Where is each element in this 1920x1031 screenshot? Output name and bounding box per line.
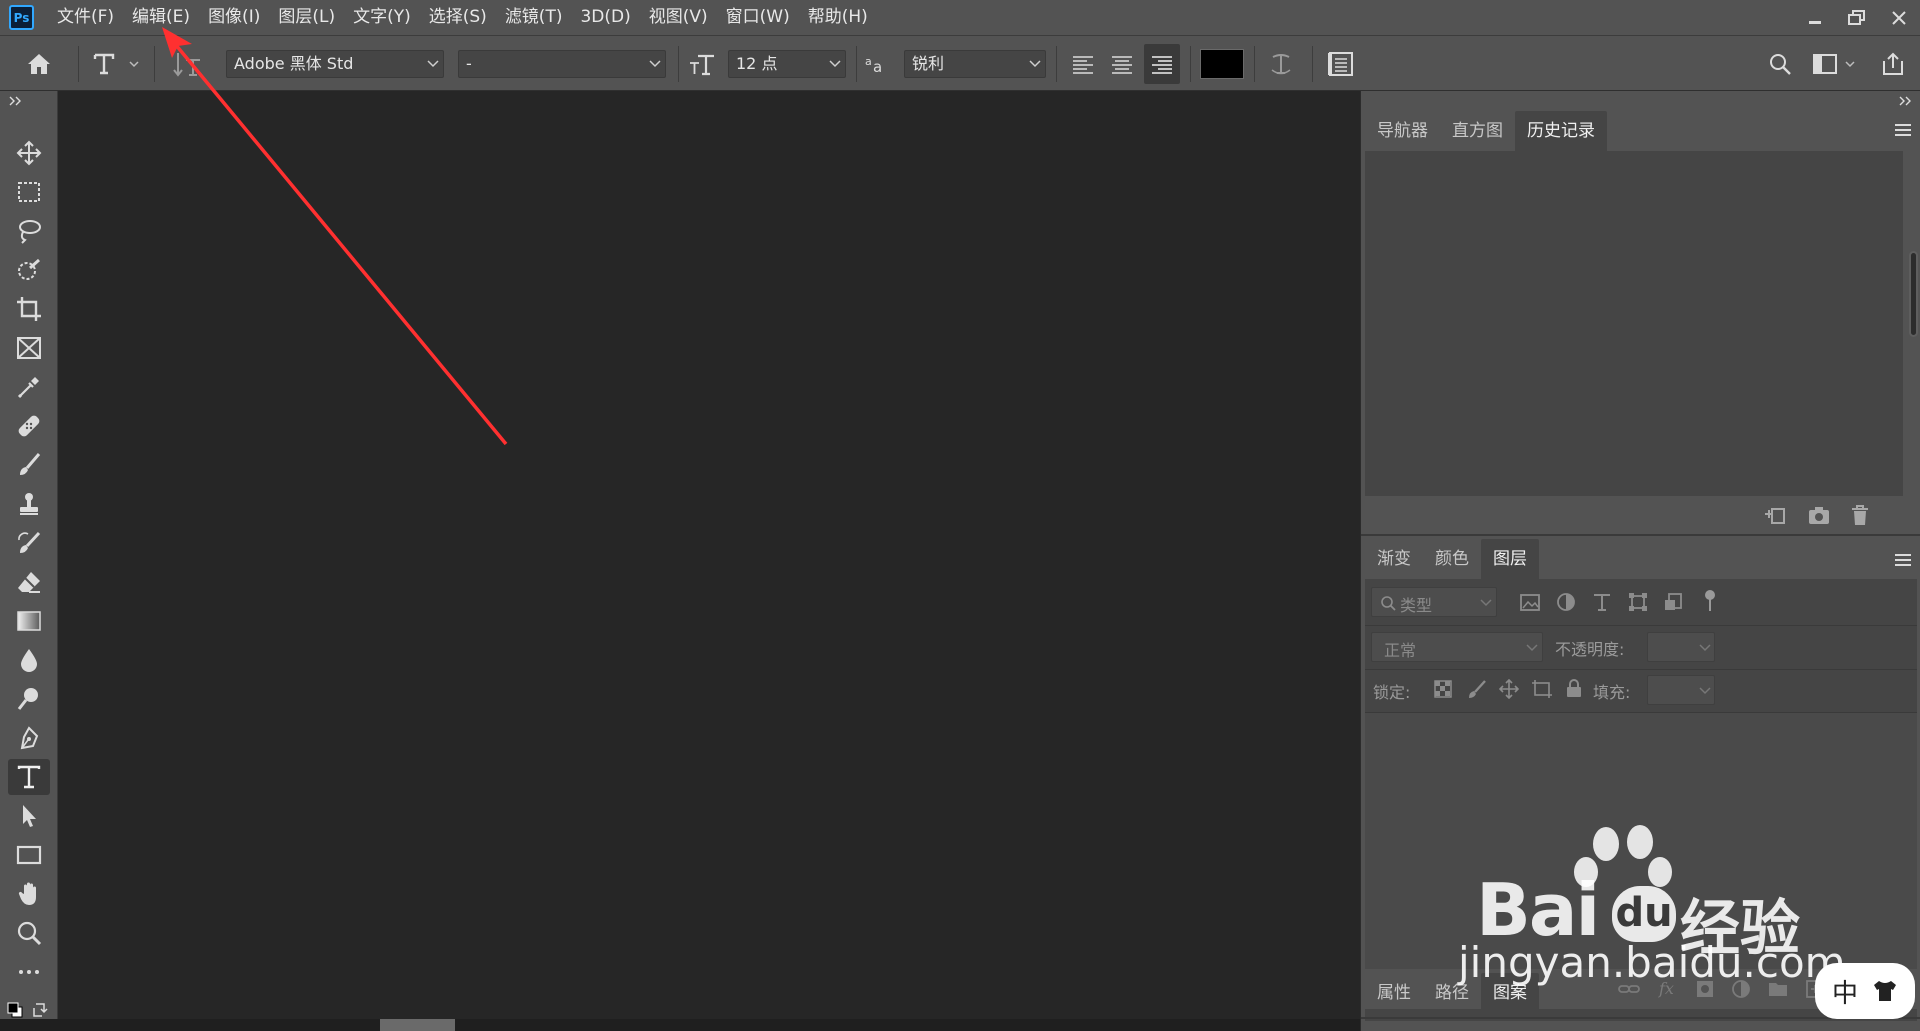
tab-properties[interactable]: 属性 [1365,973,1423,1013]
tab-patterns[interactable]: 图案 [1481,973,1539,1013]
svg-text:fx: fx [1658,979,1674,998]
adjustment-filter-icon[interactable] [1555,591,1577,613]
properties-tab-row: 属性 路径 图案 [1365,971,1539,1013]
chevron-down-icon [1699,644,1711,652]
lock-image-pixels-icon[interactable] [1467,679,1487,699]
history-scrollbar[interactable] [1909,251,1918,337]
layers-panel-body: 类型 正常 不透明度: 锁定: 填充: fx [1365,579,1917,1021]
image-filter-icon[interactable] [1519,592,1541,612]
chevron-down-icon [1526,644,1538,652]
opacity-label: 不透明度: [1555,640,1625,659]
add-mask-icon[interactable] [1695,979,1715,999]
prevent-autonest-icon[interactable] [1531,679,1553,699]
chevron-down-icon [1480,599,1492,607]
fx-icon[interactable]: fx [1657,977,1681,999]
layers-list[interactable] [1365,713,1917,969]
panel-menu-icon[interactable] [1894,553,1912,567]
tab-layers[interactable]: 图层 [1481,539,1539,579]
history-panel-body [1365,151,1903,496]
link-layers-icon[interactable] [1617,979,1641,999]
fill-label: 填充: [1593,683,1631,702]
divider [1365,625,1917,626]
lock-all-icon[interactable] [1565,678,1583,698]
blend-mode-select[interactable]: 正常 [1371,632,1543,662]
type-filter-icon[interactable] [1591,591,1613,613]
tab-navigator[interactable]: 导航器 [1365,111,1440,151]
history-footer [1365,496,1917,534]
tab-histogram[interactable]: 直方图 [1440,111,1515,151]
tab-history[interactable]: 历史记录 [1515,111,1607,151]
fill-input[interactable] [1647,675,1715,705]
shape-filter-icon[interactable] [1627,591,1649,613]
shirt-icon [1873,981,1896,1001]
tab-paths[interactable]: 路径 [1423,973,1481,1013]
search-icon [1381,596,1396,611]
opacity-input[interactable] [1647,632,1715,662]
collapse-panels-icon[interactable] [1898,95,1914,107]
tab-gradients[interactable]: 渐变 [1365,539,1423,579]
ime-mode: 中 [1831,978,1858,1009]
chevron-down-icon [1699,687,1711,695]
adjustment-layer-icon[interactable] [1731,979,1751,999]
trash-icon[interactable] [1849,504,1871,526]
history-tab-row: 导航器 直方图 历史记录 [1365,109,1607,151]
new-document-from-state-icon[interactable] [1763,504,1787,526]
divider [1365,669,1917,670]
ime-indicator[interactable]: 中 [1815,963,1915,1019]
tab-color[interactable]: 颜色 [1423,539,1481,579]
layer-filter-value: 类型 [1400,596,1433,615]
folder-icon[interactable] [1767,979,1789,999]
filter-toggle-icon[interactable] [1701,587,1719,613]
lock-transparent-pixels-icon[interactable] [1433,679,1453,699]
panel-menu-icon[interactable] [1894,123,1912,137]
smart-object-filter-icon[interactable] [1663,591,1685,613]
lock-position-icon[interactable] [1499,679,1519,699]
lock-label: 锁定: [1373,683,1411,702]
blend-mode-value: 正常 [1384,641,1417,660]
layers-tab-row: 渐变 颜色 图层 [1365,537,1539,579]
divider [1361,534,1920,536]
camera-icon[interactable] [1807,504,1831,526]
right-panels: 导航器 直方图 历史记录 渐变 颜色 图层 类型 正常 不透明度: 锁定: 填充… [1360,91,1920,1031]
layer-filter-select[interactable]: 类型 [1371,587,1497,617]
